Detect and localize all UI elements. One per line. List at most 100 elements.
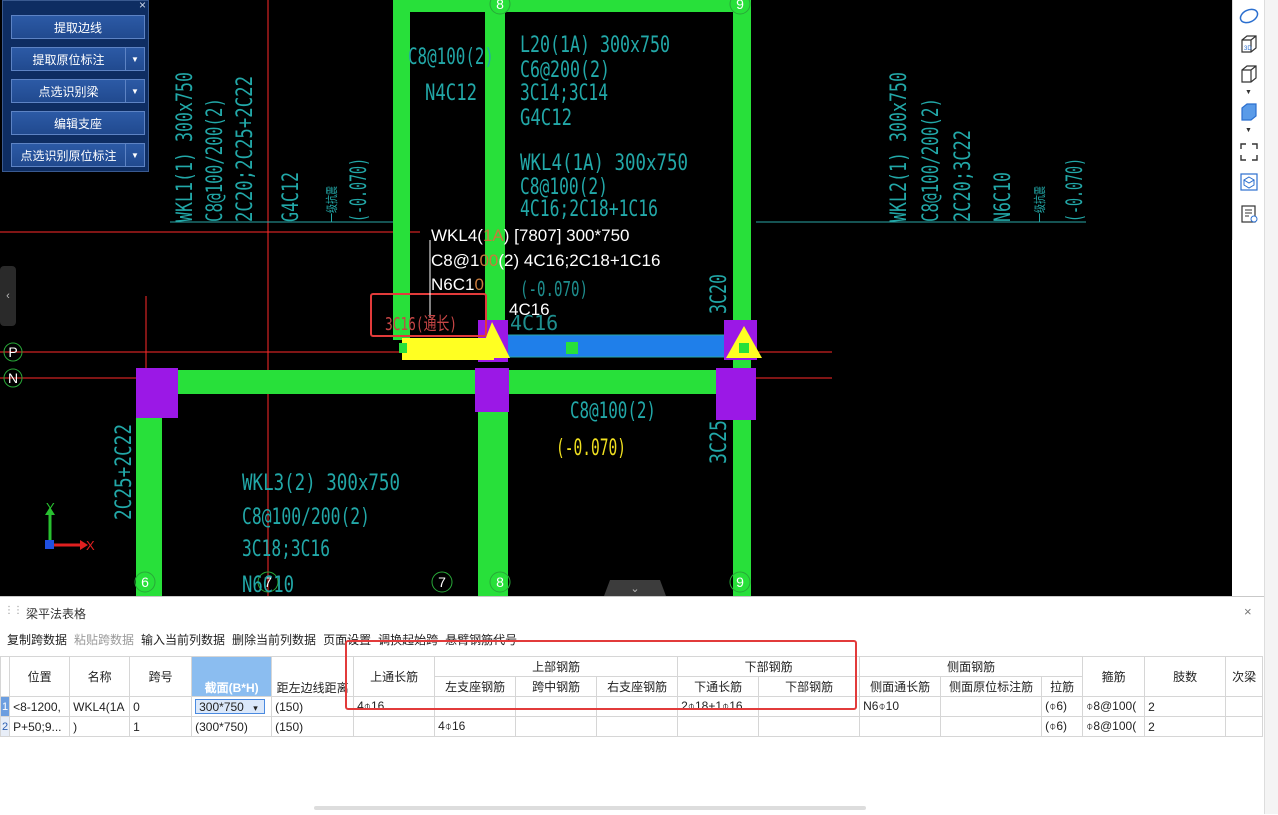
cell-tie[interactable]: (⌽6) [1041, 716, 1084, 737]
copy-span-button[interactable]: 复制跨数据 [7, 631, 67, 651]
cell-stirrup[interactable]: ⌽8@100( [1082, 716, 1146, 737]
grid-label-7b: 7 [438, 574, 446, 590]
popup-line-1: WKL4(1A) [7807] 300*750 [431, 226, 629, 245]
l20-side: G4C12 [520, 106, 572, 131]
cube-3d-icon[interactable]: 3D [1239, 34, 1259, 54]
delete-column-button[interactable]: 删除当前列数据 [232, 631, 316, 651]
cell-offset[interactable]: (150) [271, 716, 355, 737]
cell-tie[interactable]: (⌽6) [1041, 696, 1084, 717]
extract-orig-annotation-button[interactable]: 提取原位标注 ▼ [11, 47, 145, 71]
cell-side-orig[interactable] [940, 716, 1043, 737]
cube-icon[interactable] [1239, 64, 1259, 84]
header-legs[interactable]: 肢数 [1144, 656, 1227, 697]
close-icon[interactable]: × [1244, 604, 1252, 619]
input-column-button[interactable]: 输入当前列数据 [141, 631, 225, 651]
cell-offset[interactable]: (150) [271, 696, 355, 717]
wkl4-name: WKL4(1A) 300x750 [520, 151, 688, 176]
header-tie[interactable]: 拉筋 [1041, 676, 1084, 697]
row-number[interactable]: 2 [0, 716, 11, 737]
chevron-left-icon: ‹ [6, 290, 10, 302]
cell-position[interactable]: P+50;9... [9, 716, 71, 737]
extract-edge-button[interactable]: 提取边线 [11, 15, 145, 39]
chevron-down-icon[interactable]: ▼ [125, 80, 144, 102]
cell-section[interactable]: (300*750) [191, 716, 273, 737]
view-toolbar: 3D ▼ ▼ [1232, 0, 1265, 240]
wkl2-rebar: 2C20;3C22 [951, 130, 976, 222]
cell-bottom-rebar[interactable] [758, 716, 861, 737]
left-side-tab[interactable]: ‹ [0, 266, 16, 326]
label-3d: 3D [1244, 46, 1252, 52]
cell-legs[interactable]: 2 [1144, 716, 1227, 737]
cube-solid-icon[interactable] [1239, 102, 1259, 122]
row-number[interactable]: 1 [0, 696, 11, 717]
cell-legs[interactable]: 2 [1144, 696, 1227, 717]
ellipse-icon[interactable] [1239, 6, 1259, 26]
axis-x-label: X [86, 538, 95, 553]
header-span[interactable]: 跨号 [129, 656, 193, 697]
cell-span[interactable]: 1 [129, 716, 193, 737]
wkl3-name: WKL3(2) 300x750 [242, 471, 400, 496]
cell-position[interactable]: <8-1200, [9, 696, 71, 717]
paste-span-button[interactable]: 粘贴跨数据 [74, 631, 134, 651]
pick-recognize-beam-button[interactable]: 点选识别梁 ▼ [11, 79, 145, 103]
popup-line-2: C8@100(2) 4C16;2C18+1C16 [431, 251, 660, 270]
dropdown-arrow-icon[interactable]: ▾ [253, 703, 258, 713]
cell-stirrup[interactable]: ⌽8@100( [1082, 696, 1146, 717]
chevron-down-icon[interactable]: ▼ [1245, 89, 1252, 96]
cell-span[interactable]: 0 [129, 696, 193, 717]
header-secondary[interactable]: 次梁 [1225, 656, 1264, 697]
corner-cell [0, 656, 11, 697]
cell-name[interactable]: ) [69, 716, 131, 737]
grid-label-9-top: 9 [736, 0, 744, 12]
top-cell-stirrup: C8@100(2) [408, 45, 494, 70]
chevron-down-icon[interactable]: ▼ [125, 144, 144, 166]
cell-left-support[interactable]: 4⌽16 [434, 716, 517, 737]
header-offset[interactable]: 距左边线距离 [271, 656, 355, 697]
l20-rebar: 3C14;3C14 [520, 81, 608, 106]
grid-label-9-bottom: 9 [736, 574, 744, 590]
header-name[interactable]: 名称 [69, 656, 131, 697]
cell-right-support[interactable] [596, 716, 679, 737]
cell-bottom-through[interactable] [677, 716, 760, 737]
wkl2-side: N6C10 [991, 172, 1016, 222]
cell-top-through[interactable] [353, 716, 436, 737]
cell-side-through[interactable]: N6⌽10 [859, 696, 942, 717]
fullscreen-icon[interactable] [1239, 142, 1259, 162]
cell-side-orig[interactable] [940, 696, 1043, 717]
header-position[interactable]: 位置 [9, 656, 71, 697]
section-edit-input[interactable]: 300*750 ▾ [195, 699, 266, 714]
edit-support-button[interactable]: 编辑支座 [11, 111, 145, 135]
header-side-orig[interactable]: 侧面原位标注筋 [940, 676, 1043, 697]
axis-indicator: X Y [45, 500, 95, 553]
chevron-down-icon[interactable]: ▼ [125, 48, 144, 70]
cad-drawing-canvas[interactable]: 8 9 6 7 7 8 9 P N P N C8@100(2) N4C12 L2… [0, 0, 1232, 596]
section-edit-value: 300*750 [199, 700, 244, 714]
wkl2-stirrup: C8@100/200(2) [919, 98, 944, 222]
header-stirrup[interactable]: 箍筋 [1082, 656, 1146, 697]
cell-secondary[interactable] [1225, 696, 1264, 717]
wkl1-side: G4C12 [279, 172, 304, 222]
table-row[interactable]: 2 P+50;9... ) 1 (300*750) (150) 4⌽16 (⌽6… [0, 716, 1264, 737]
cell-section[interactable]: 300*750 ▾ [191, 696, 273, 717]
pick-recognize-orig-annotation-button[interactable]: 点选识别原位标注 ▼ [11, 143, 145, 167]
header-section[interactable]: 截面(B*H) [191, 656, 273, 697]
cad-drawing: 8 9 6 7 7 8 9 P N P N C8@100(2) N4C12 L2… [0, 0, 1088, 596]
settings-list-icon[interactable] [1239, 204, 1259, 224]
wkl1-rebar: 2C20;2C25+2C22 [233, 76, 258, 222]
collapse-icon[interactable]: ⌄ [630, 582, 639, 595]
edit-support-label: 编辑支座 [53, 116, 102, 131]
cell-side-through[interactable] [859, 716, 942, 737]
chevron-down-icon[interactable]: ▼ [1245, 127, 1252, 134]
header-side-through[interactable]: 侧面通长筋 [859, 676, 942, 697]
pick-recognize-orig-annotation-label: 点选识别原位标注 [20, 148, 117, 163]
tool-panel-close-icon[interactable]: × [139, 0, 146, 12]
cell-name[interactable]: WKL4(1A [69, 696, 131, 717]
horizontal-scrollbar[interactable] [314, 806, 866, 810]
wkl3-stirrup: C8@100/200(2) [242, 505, 370, 530]
cell-secondary[interactable] [1225, 716, 1264, 737]
highlight-box [345, 640, 857, 710]
view-icon[interactable] [1239, 172, 1259, 192]
cell-mid-span[interactable] [515, 716, 598, 737]
grip-icon[interactable]: ⋮⋮ [4, 605, 23, 616]
wkl2-elevation: (-0.070) [1063, 158, 1088, 222]
